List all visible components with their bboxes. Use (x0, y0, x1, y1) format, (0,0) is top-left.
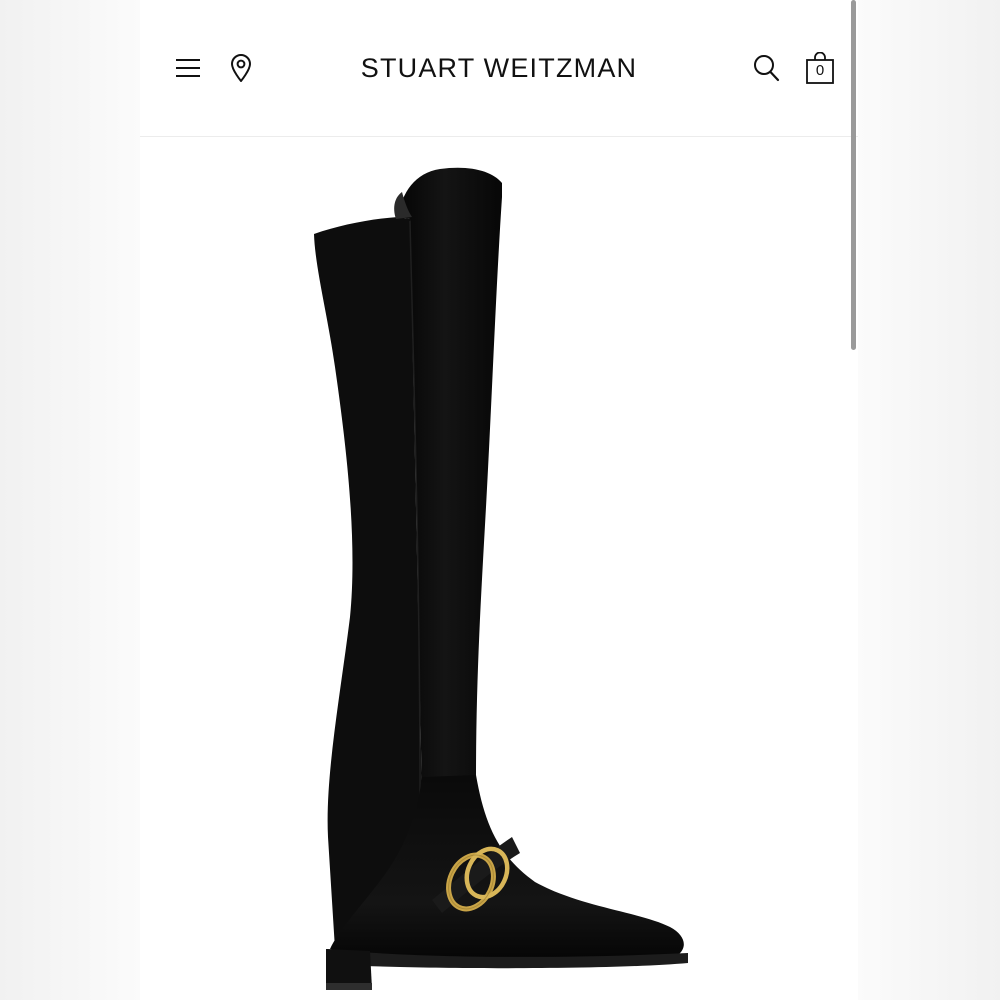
search-button[interactable] (749, 50, 785, 86)
site-header: STUART WEITZMAN 0 (140, 0, 858, 137)
bag-wrapper: 0 (805, 52, 835, 84)
bag-count-badge: 0 (815, 62, 825, 79)
vertical-scrollbar[interactable] (851, 0, 856, 350)
screenshot-canvas: STUART WEITZMAN 0 (0, 0, 1000, 1000)
hamburger-menu-icon (176, 59, 200, 77)
store-locator-button[interactable] (223, 50, 259, 86)
product-image (314, 167, 688, 990)
map-pin-icon (231, 54, 251, 82)
mobile-page: STUART WEITZMAN 0 (140, 0, 858, 1000)
brand-logo[interactable]: STUART WEITZMAN (290, 50, 708, 86)
product-image-area[interactable] (140, 137, 858, 1000)
boot-heel-base (326, 983, 372, 990)
shopping-bag-button[interactable]: 0 (802, 50, 838, 86)
search-icon (754, 55, 780, 82)
menu-button[interactable] (170, 50, 206, 86)
